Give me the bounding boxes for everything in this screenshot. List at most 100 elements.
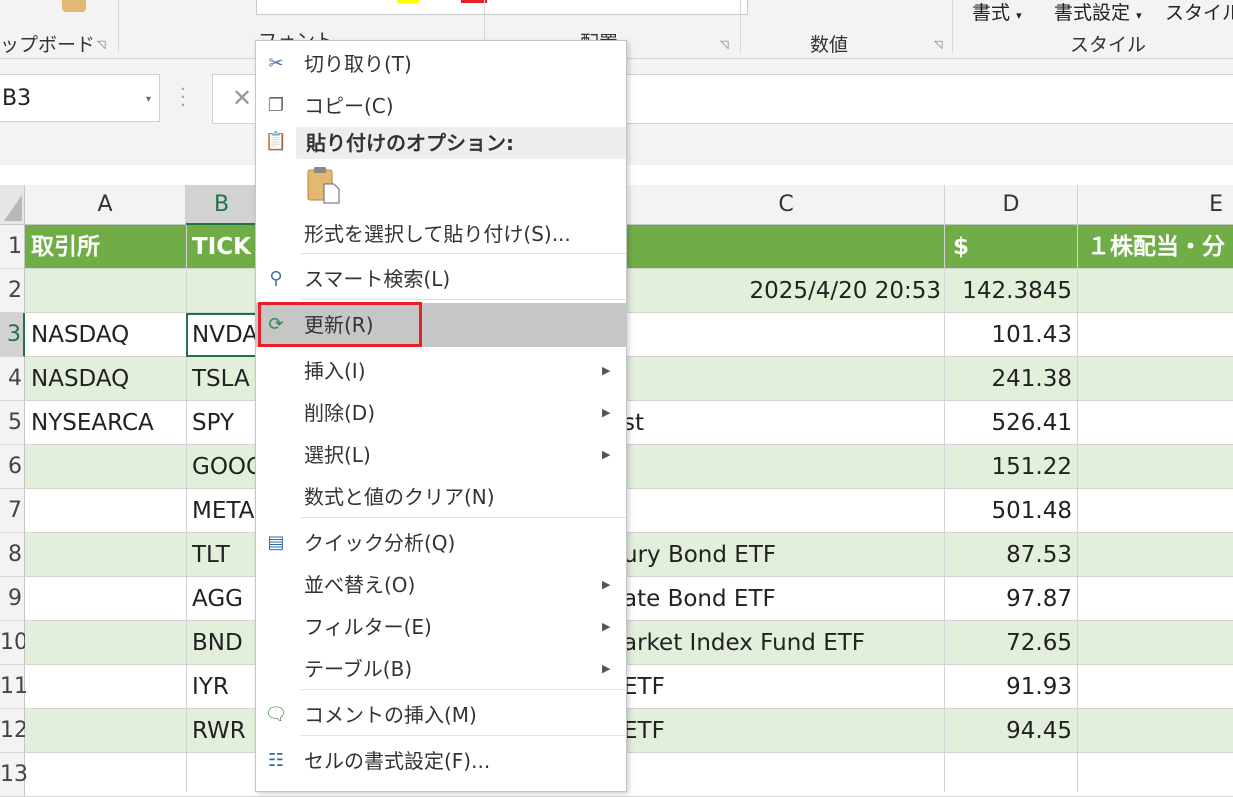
row-header[interactable]: 12 [0, 709, 28, 753]
cell-b[interactable]: TSLA [192, 357, 250, 401]
cell-a[interactable]: NASDAQ [31, 313, 129, 357]
menu-item-cut[interactable]: ✂ 切り取り(T) [256, 42, 626, 86]
cell-d[interactable]: 241.38 [992, 357, 1072, 401]
submenu-arrow-icon: ▶ [602, 662, 611, 675]
cell-a[interactable]: NYSEARCA [31, 401, 154, 445]
menu-item-delete[interactable]: 削除(D) ▶ [256, 391, 626, 435]
cell-b[interactable]: TLT [192, 533, 230, 577]
cell-d[interactable]: 94.45 [1006, 709, 1072, 753]
menu-item-paste-special[interactable]: 形式を選択して貼り付け(S)... [256, 212, 626, 256]
number-launcher-icon[interactable]: ◹ [934, 38, 942, 51]
cell-d[interactable]: 526.41 [992, 401, 1072, 445]
name-box-dropdown-icon[interactable]: ▾ [146, 94, 151, 105]
row-header[interactable]: 7 [0, 489, 25, 533]
cell-b[interactable]: TICK [192, 225, 251, 269]
row-header[interactable]: 8 [0, 533, 25, 577]
cell-d[interactable]: 87.53 [1006, 533, 1072, 577]
format-painter-icon[interactable] [62, 0, 86, 12]
menu-item-table[interactable]: テーブル(B) ▶ [256, 647, 626, 691]
smart-lookup-icon: ⚲ [269, 268, 283, 289]
menu-item-quick-analysis[interactable]: ▤ クイック分析(Q) [256, 521, 626, 565]
cell-d[interactable]: 501.48 [992, 489, 1072, 533]
cell-d[interactable]: 142.3845 [962, 269, 1072, 313]
row-header[interactable]: 6 [0, 445, 25, 489]
table-row: GOOG 151.22 [25, 445, 1233, 489]
format-cells-icon: ☷ [267, 750, 285, 771]
row-header[interactable]: 9 [0, 577, 25, 621]
table-row: NASDAQ TSLA 241.38 [25, 357, 1233, 401]
table-row: NYSEARCA SPY st 526.41 [25, 401, 1233, 445]
column-header-e[interactable]: E [1078, 185, 1233, 225]
cell-d[interactable]: 72.65 [1006, 621, 1072, 665]
row-header[interactable]: 4 [0, 357, 25, 401]
cell-b[interactable]: RWR [192, 709, 246, 753]
column-header-d[interactable]: D [945, 185, 1078, 225]
menu-item-smart-lookup[interactable]: ⚲ スマート検索(L) [256, 257, 626, 301]
menu-item-copy[interactable]: ❐ コピー(C) [256, 84, 626, 128]
cell-d[interactable]: 151.22 [992, 445, 1072, 489]
scissors-icon: ✂ [268, 53, 284, 74]
quick-analysis-icon: ▤ [267, 532, 285, 553]
conditional-format-button[interactable]: 書式 ▾ [972, 0, 1022, 25]
row-header[interactable]: 5 [0, 401, 25, 445]
format-as-table-button[interactable]: 書式設定 ▾ [1054, 0, 1142, 25]
column-header-a[interactable]: A [25, 185, 186, 225]
table-row: TLT ury Bond ETF 87.53 [25, 533, 1233, 577]
cell-d[interactable]: $ [953, 225, 969, 269]
table-row: AGG ate Bond ETF 97.87 [25, 577, 1233, 621]
submenu-arrow-icon: ▶ [602, 620, 611, 633]
ribbon-group-styles: スタイル [1070, 34, 1147, 56]
cell-b[interactable]: IYR [192, 665, 229, 709]
highlight-color-swatch[interactable] [397, 0, 419, 3]
ribbon-group-clipboard: ップボード [0, 34, 96, 56]
menu-item-clear[interactable]: 数式と値のクリア(N) [256, 475, 626, 519]
cell-c[interactable]: ate Bond ETF [623, 577, 776, 621]
cell-c[interactable]: ETF [623, 709, 665, 753]
cell-d[interactable]: 101.43 [992, 313, 1072, 357]
cell-a[interactable]: NASDAQ [31, 357, 129, 401]
cell-styles-button[interactable]: スタイル [1165, 0, 1233, 25]
submenu-arrow-icon: ▶ [602, 448, 611, 461]
cell-c[interactable]: ury Bond ETF [623, 533, 776, 577]
paste-icon[interactable] [306, 166, 340, 204]
cell-c[interactable]: arket Index Fund ETF [623, 621, 865, 665]
name-box[interactable]: B3 [0, 74, 160, 122]
cell-c[interactable]: 2025/4/20 20:53 [749, 269, 941, 313]
select-all-button[interactable] [0, 185, 25, 225]
submenu-arrow-icon: ▶ [602, 364, 611, 377]
cell-b[interactable]: AGG [192, 577, 243, 621]
formula-bar-splitter[interactable]: · · · [180, 81, 186, 115]
cell-d[interactable]: 91.93 [1006, 665, 1072, 709]
row-header[interactable]: 3 [0, 313, 25, 357]
cell-b[interactable]: BND [192, 621, 243, 665]
cell-d[interactable]: 97.87 [1006, 577, 1072, 621]
cell-b[interactable]: SPY [192, 401, 234, 445]
cell-b[interactable]: META [192, 489, 254, 533]
menu-item-sort[interactable]: 並べ替え(O) ▶ [256, 563, 626, 607]
cell-b[interactable]: GOOG [192, 445, 264, 489]
row-header[interactable]: 1 [0, 225, 25, 269]
row-header[interactable]: 2 [0, 269, 25, 313]
alignment-launcher-icon[interactable]: ◹ [720, 38, 728, 51]
copy-icon: ❐ [267, 95, 285, 116]
row-header[interactable]: 11 [0, 665, 28, 709]
table-row: 2025/4/20 20:53 142.3845 [25, 269, 1233, 313]
cancel-icon[interactable]: ✕ [232, 84, 252, 112]
table-row: 取引所 TICK $１株配当・分 [25, 225, 1233, 269]
ribbon-group-number: 数値 [810, 34, 849, 56]
row-header[interactable]: 10 [0, 621, 28, 665]
submenu-arrow-icon: ▶ [602, 578, 611, 591]
table-row [25, 753, 1233, 797]
menu-item-select[interactable]: 選択(L) ▶ [256, 433, 626, 477]
cell-e[interactable]: １株配当・分 [1087, 225, 1225, 269]
menu-item-format-cells[interactable]: ☷ セルの書式設定(F)... [256, 739, 626, 783]
clipboard-launcher-icon[interactable]: ◹ [97, 38, 105, 51]
menu-item-insert[interactable]: 挿入(I) ▶ [256, 349, 626, 393]
column-header-b[interactable]: B [186, 185, 258, 225]
active-cell-b3[interactable] [186, 313, 258, 357]
row-header[interactable]: 13 [0, 753, 28, 797]
menu-item-filter[interactable]: フィルター(E) ▶ [256, 605, 626, 649]
cell-a[interactable]: 取引所 [31, 225, 100, 269]
cell-c[interactable]: ETF [623, 665, 665, 709]
menu-item-insert-comment[interactable]: 🗨 コメントの挿入(M) [256, 693, 626, 737]
